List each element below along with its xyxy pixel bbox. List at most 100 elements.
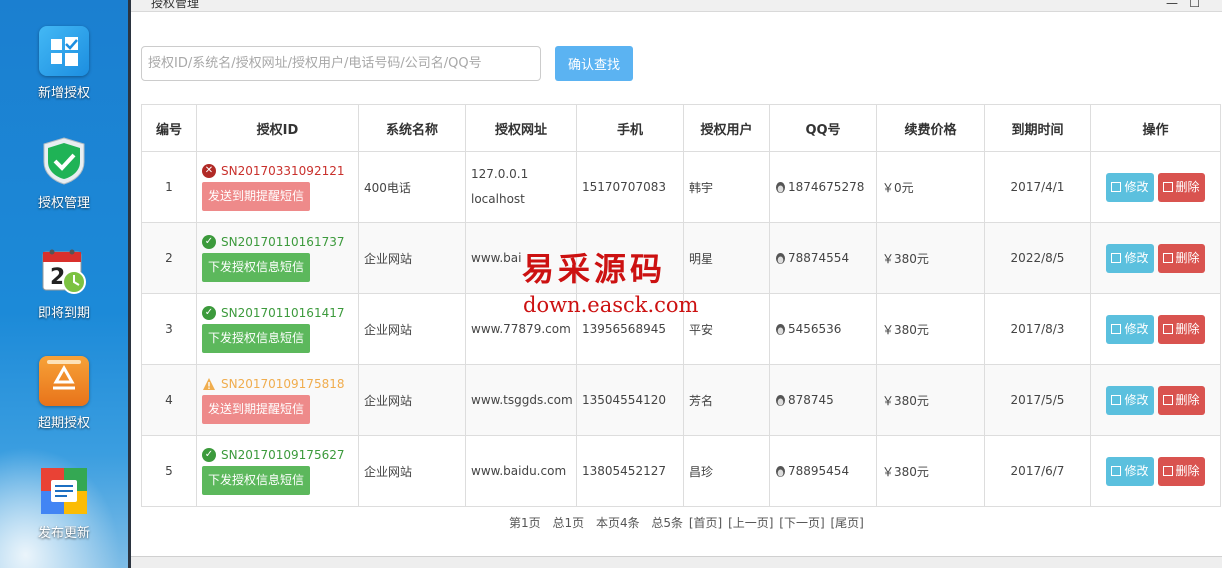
cell-user: 韩宇 (683, 151, 770, 223)
cell-phone: 15170707083 (576, 151, 684, 223)
pager-last-link[interactable]: [尾页] (830, 516, 863, 530)
edit-label: 修改 (1124, 463, 1149, 478)
sidebar-item-publish-update[interactable]: 发布更新 (0, 466, 128, 541)
license-url: www.77879.com (471, 321, 571, 336)
delete-button[interactable]: 删除 (1157, 456, 1205, 486)
sidebar-item-new-license[interactable]: 新增授权 (0, 26, 128, 101)
maximize-button[interactable]: ☐ (1189, 0, 1200, 10)
trash-icon (1162, 181, 1173, 192)
license-id: SN20170110161417 (221, 305, 345, 320)
cell-number: 4 (141, 364, 197, 436)
cell-user: 芳名 (683, 364, 770, 436)
license-id: SN20170110161737 (221, 234, 345, 249)
sidebar-item-label: 超期授权 (37, 416, 90, 431)
sidebar-divider (128, 0, 131, 568)
minimize-button[interactable]: — (1166, 0, 1178, 10)
cell-actions: 修改 删除 (1090, 293, 1221, 365)
check-circle-icon: ✓ (202, 234, 216, 249)
sidebar: 新增授权 授权管理 2 即将到期 超期授权 发布更新 (0, 0, 128, 568)
cell-system-name: 企业网站 (358, 364, 466, 436)
cell-qq: 878745 (769, 364, 877, 436)
edit-icon (1111, 465, 1122, 476)
send-sms-button[interactable]: 下发授权信息短信 (202, 323, 311, 353)
license-url-alt: localhost (471, 192, 525, 206)
send-sms-button[interactable]: 发送到期提醒短信 (202, 181, 311, 211)
delete-button[interactable]: 删除 (1157, 172, 1205, 202)
cell-license-url: www.baidu.com (465, 435, 577, 507)
delete-button[interactable]: 删除 (1157, 243, 1205, 273)
table-header-row: 编号 授权ID 系统名称 授权网址 手机 授权用户 QQ号 续费价格 到期时间 … (141, 104, 1221, 152)
edit-button[interactable]: 修改 (1106, 172, 1154, 202)
delete-label: 删除 (1175, 392, 1200, 407)
cell-system-name: 企业网站 (358, 222, 466, 294)
cell-number: 5 (141, 435, 197, 507)
warning-icon (202, 377, 216, 391)
edit-label: 修改 (1124, 392, 1149, 407)
edit-button[interactable]: 修改 (1106, 456, 1154, 486)
sidebar-item-label: 发布更新 (37, 526, 90, 541)
cell-expire-date: 2017/8/3 (984, 293, 1091, 365)
qq-penguin-icon (775, 323, 786, 336)
table-row: 2 ✓ SN20170110161737 下发授权信息短信 企业网站 www.bai 明星 7… (141, 222, 1221, 294)
cell-number: 2 (141, 222, 197, 294)
pager-next-link[interactable]: [下一页] (779, 516, 824, 530)
column-header: 续费价格 (876, 104, 985, 152)
cell-license-id: ✓ SN20170110161737 下发授权信息短信 (196, 222, 359, 294)
cell-expire-date: 2017/5/5 (984, 364, 1091, 436)
search-input[interactable] (141, 46, 541, 81)
sidebar-item-label: 授权管理 (37, 196, 90, 211)
edit-button[interactable]: 修改 (1106, 385, 1154, 415)
edit-button[interactable]: 修改 (1106, 314, 1154, 344)
delete-button[interactable]: 删除 (1157, 314, 1205, 344)
window-title: 授权管理 (151, 0, 200, 10)
column-header: 系统名称 (358, 104, 466, 152)
edit-button[interactable]: 修改 (1106, 243, 1154, 273)
column-header: 授权网址 (465, 104, 577, 152)
pager-prev-link[interactable]: [上一页] (728, 516, 773, 530)
qq-number: 1874675278 (788, 180, 865, 194)
cell-actions: 修改 删除 (1090, 151, 1221, 223)
pager-first-link[interactable]: [首页] (689, 516, 722, 530)
pager-this-page-count: 本页4条 (595, 516, 640, 530)
license-id: SN20170109175627 (221, 447, 345, 462)
pager-total-pages: 总1页 (552, 516, 585, 530)
license-id: SN20170331092121 (221, 163, 345, 178)
qq-number: 78874554 (788, 251, 850, 265)
cell-phone: 13805452127 (576, 435, 684, 507)
search-button[interactable]: 确认查找 (555, 46, 633, 81)
edit-label: 修改 (1124, 250, 1149, 265)
sidebar-item-expiring-soon[interactable]: 2 即将到期 (0, 246, 128, 321)
edit-label: 修改 (1124, 179, 1149, 194)
cell-license-url: www.tsggds.com (465, 364, 577, 436)
cell-qq: 78895454 (769, 435, 877, 507)
cell-license-id: ✕ SN20170331092121 发送到期提醒短信 (196, 151, 359, 223)
license-url: www.tsggds.com (471, 392, 573, 407)
edit-icon (1111, 252, 1122, 263)
calendar-clock-icon: 2 (39, 246, 89, 296)
trash-icon (1162, 323, 1173, 334)
qq-number: 78895454 (788, 464, 850, 478)
cell-actions: 修改 删除 (1090, 364, 1221, 436)
cell-phone: 13504554120 (576, 364, 684, 436)
send-sms-button[interactable]: 下发授权信息短信 (202, 465, 311, 495)
cell-expire-date: 2022/8/5 (984, 222, 1091, 294)
sidebar-item-license-management[interactable]: 授权管理 (0, 136, 128, 211)
send-sms-button[interactable]: 下发授权信息短信 (202, 252, 311, 282)
cell-expire-date: 2017/4/1 (984, 151, 1091, 223)
delete-label: 删除 (1175, 463, 1200, 478)
send-sms-button[interactable]: 发送到期提醒短信 (202, 394, 311, 424)
delete-label: 删除 (1175, 321, 1200, 336)
cell-price: ￥380元 (876, 364, 985, 436)
qq-number: 878745 (788, 393, 834, 407)
bottom-bar (131, 556, 1222, 568)
cell-system-name: 400电话 (358, 151, 466, 223)
column-header: 手机 (576, 104, 684, 152)
cell-license-id: SN20170109175818 发送到期提醒短信 (196, 364, 359, 436)
delete-button[interactable]: 删除 (1157, 385, 1205, 415)
cell-number: 1 (141, 151, 197, 223)
qq-penguin-icon (775, 465, 786, 478)
sidebar-item-overdue-license[interactable]: 超期授权 (0, 356, 128, 431)
cell-system-name: 企业网站 (358, 435, 466, 507)
cell-system-name: 企业网站 (358, 293, 466, 365)
qq-penguin-icon (775, 252, 786, 265)
